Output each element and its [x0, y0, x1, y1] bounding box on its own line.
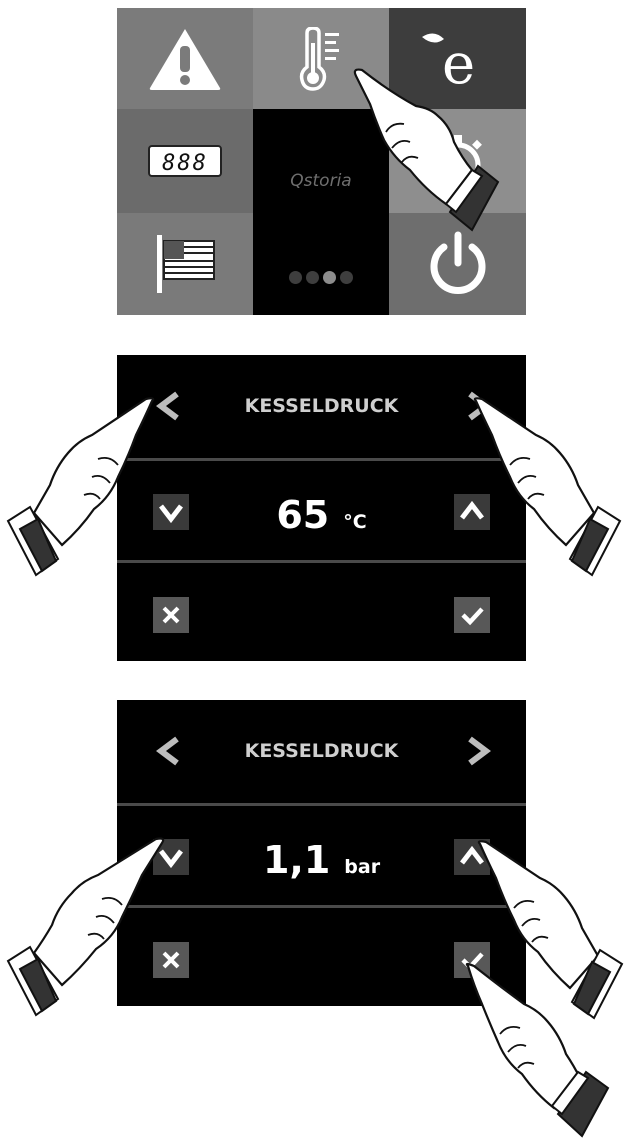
chevron-right-icon[interactable] — [466, 736, 492, 766]
setting-value: 65 °C — [217, 493, 426, 537]
value-number: 1,1 — [262, 838, 331, 882]
value-unit: bar — [344, 856, 381, 878]
divider — [117, 560, 526, 563]
display-tile[interactable]: 888 — [117, 109, 253, 213]
page-dot[interactable] — [340, 271, 353, 284]
divider — [117, 803, 526, 806]
page-dot[interactable] — [289, 271, 302, 284]
language-tile[interactable] — [117, 213, 253, 315]
alarm-tile[interactable] — [117, 8, 253, 109]
decrease-button[interactable] — [153, 494, 189, 530]
warning-icon — [149, 28, 221, 90]
setting-title: KESSELDRUCK — [244, 395, 399, 417]
close-icon — [162, 606, 180, 624]
setting-title: KESSELDRUCK — [244, 740, 399, 762]
divider — [117, 458, 526, 461]
thermometer-icon — [299, 26, 339, 91]
checkmark-icon — [461, 607, 484, 626]
page-indicator — [253, 269, 389, 288]
pointing-hand-illustration — [6, 837, 165, 1017]
setting-panel-temperature: KESSELDRUCK 65 °C — [117, 355, 526, 661]
confirm-button[interactable] — [454, 597, 490, 633]
pointing-hand-illustration — [353, 68, 500, 232]
svg-text:888: 888 — [162, 151, 208, 176]
pointing-hand-illustration — [465, 962, 610, 1138]
pointing-hand-illustration — [6, 397, 155, 577]
power-icon — [430, 231, 485, 294]
divider — [117, 905, 526, 908]
page-dot[interactable] — [306, 271, 319, 284]
setting-value: 1,1 bar — [217, 838, 426, 882]
flag-icon — [157, 235, 215, 293]
value-number: 65 — [276, 493, 330, 537]
value-unit: °C — [343, 511, 367, 533]
cancel-button[interactable] — [153, 597, 189, 633]
digital-display-icon: 888 — [148, 145, 222, 177]
page-dot-active[interactable] — [323, 271, 336, 284]
setting-panel-pressure: KESSELDRUCK 1,1 bar — [117, 700, 526, 1006]
pointing-hand-illustration — [473, 397, 622, 577]
chevron-down-icon — [159, 504, 183, 524]
